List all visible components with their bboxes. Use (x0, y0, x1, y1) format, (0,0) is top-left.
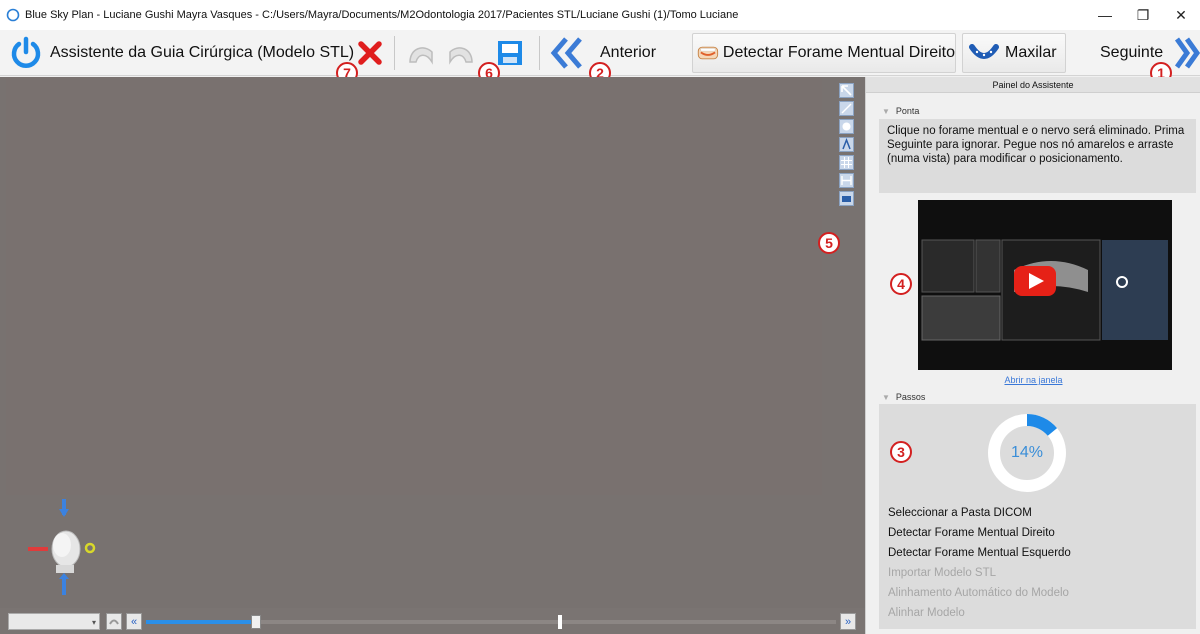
jaw-label: Maxilar (1005, 44, 1057, 61)
tutorial-video[interactable] (918, 200, 1172, 370)
restore-button[interactable]: ❐ (1124, 0, 1162, 30)
redo-button[interactable] (444, 33, 478, 73)
slice-slider[interactable] (146, 615, 836, 629)
reset-view-button[interactable] (106, 613, 122, 630)
window-title: Blue Sky Plan - Luciane Gushi Mayra Vasq… (25, 9, 739, 21)
grid-tool-icon[interactable] (839, 155, 854, 170)
assistant-panel: Painel do Assistente ▼ Ponta Clique no fo… (865, 77, 1200, 634)
undo-icon (409, 47, 433, 65)
undo-button[interactable] (404, 33, 438, 73)
jaw-panoramic-icon (697, 46, 719, 60)
bottom-bar: ▾ « » (0, 608, 865, 634)
collapse-triangle-icon: ▼ (882, 393, 890, 402)
tip-section-toggle[interactable]: ▼ Ponta (882, 106, 919, 116)
wizard-button[interactable]: Assistente da Guia Cirúrgica (Modelo STL… (8, 33, 354, 73)
detect-label: Detectar Forame Mentual Direito (722, 44, 955, 61)
steps-box: 3 14% Seleccionar a Pasta DICOM Detectar … (879, 404, 1196, 629)
open-in-window-link[interactable]: Abrir na janela (866, 375, 1200, 385)
slider-prev-button[interactable]: « (126, 613, 142, 630)
camera-tool-icon[interactable] (839, 191, 854, 206)
callout-badge-4: 4 (890, 273, 912, 295)
step-item: Alinhar Modelo (888, 607, 965, 619)
save-icon (498, 41, 522, 65)
collapse-triangle-icon: ▼ (882, 107, 890, 116)
callout-badge-5: 5 (818, 232, 840, 254)
step-item: Detectar Forame Mentual Esquerdo (888, 547, 1071, 559)
slider-knob[interactable] (251, 615, 262, 629)
toolbar: Assistente da Guia Cirúrgica (Modelo STL… (0, 30, 1200, 84)
ruler-tool-icon[interactable] (839, 173, 854, 188)
steps-section-label: Passos (895, 392, 926, 402)
double-chevron-right-icon (1175, 37, 1200, 69)
view-tools (839, 83, 855, 209)
title-bar: Blue Sky Plan - Luciane Gushi Mayra Vasq… (0, 0, 1200, 30)
slider-marker (558, 615, 562, 629)
close-x-icon (358, 41, 382, 65)
video-thumbnail (918, 200, 1172, 370)
step-item: Alinhamento Automático do Modelo (888, 587, 1069, 599)
power-icon (11, 36, 41, 68)
view-area[interactable] (6, 77, 822, 495)
tip-text: Clique no forame mentual e o nervo será … (879, 119, 1196, 193)
next-button[interactable]: Seguinte (1100, 33, 1200, 73)
app-logo-icon (6, 8, 20, 22)
select-tool-icon[interactable] (839, 83, 854, 98)
save-button[interactable] (495, 33, 525, 73)
previous-label: Anterior (600, 44, 657, 61)
callout-badge-3: 3 (890, 441, 912, 463)
head-orientation-icon[interactable] (26, 495, 104, 599)
steps-section-toggle[interactable]: ▼ Passos (882, 392, 925, 402)
view-selector-dropdown[interactable]: ▾ (8, 613, 100, 630)
panel-header: Painel do Assistente (866, 77, 1200, 93)
maxilla-icon (969, 44, 999, 59)
steps-list: Seleccionar a Pasta DICOM Detectar Forame… (888, 503, 1071, 623)
double-chevron-left-icon (550, 37, 582, 69)
redo-icon (449, 47, 473, 65)
maxilla-button[interactable]: Maxilar (962, 33, 1066, 73)
next-label: Seguinte (1100, 44, 1164, 61)
minimize-button[interactable]: — (1086, 0, 1124, 30)
step-item: Importar Modelo STL (888, 567, 997, 579)
measure-tool-icon[interactable] (839, 101, 854, 116)
detect-mental-foramen-button[interactable]: Detectar Forame Mentual Direito (692, 33, 956, 73)
slider-next-button[interactable]: » (840, 613, 856, 630)
annotation-tool-icon[interactable] (839, 137, 854, 152)
slider-fill (146, 620, 257, 624)
step-item: Detectar Forame Mentual Direito (888, 527, 1055, 539)
sphere-tool-icon[interactable] (839, 119, 854, 134)
progress-percent: 14% (1010, 444, 1044, 461)
wizard-label: Assistente da Guia Cirúrgica (Modelo STL… (50, 44, 355, 61)
cancel-wizard-button[interactable] (356, 33, 384, 73)
close-window-button[interactable]: ✕ (1162, 0, 1200, 30)
3d-viewport[interactable]: 5 ▾ « » (0, 77, 865, 634)
rotate-icon (109, 619, 119, 625)
step-item: Seleccionar a Pasta DICOM (888, 507, 1032, 519)
tip-section-label: Ponta (895, 106, 920, 116)
